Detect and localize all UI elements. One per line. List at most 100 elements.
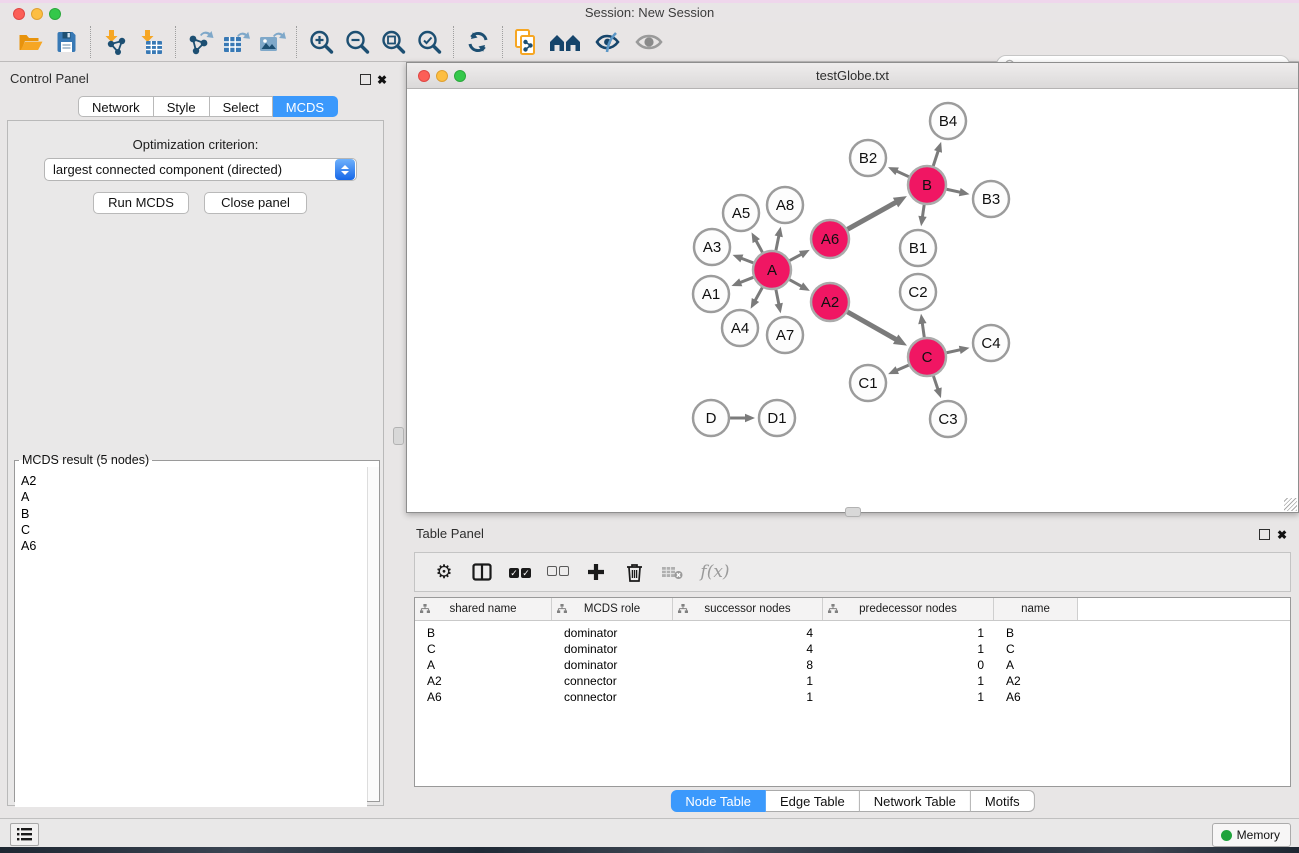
graph-node-C3[interactable]: C3 bbox=[930, 401, 966, 437]
table-cell[interactable]: 1 bbox=[823, 674, 994, 688]
table-cell[interactable]: C bbox=[415, 642, 552, 656]
table-cell[interactable]: 1 bbox=[823, 690, 994, 704]
column-header-predecessor-nodes[interactable]: predecessor nodes bbox=[823, 598, 994, 620]
table-cell[interactable]: 1 bbox=[823, 642, 994, 656]
zoom-selected-button[interactable] bbox=[411, 25, 447, 59]
table-cell[interactable]: dominator bbox=[552, 642, 673, 656]
column-header-shared-name[interactable]: shared name bbox=[415, 598, 552, 620]
graph-edge-C-C4[interactable] bbox=[947, 349, 962, 352]
minimize-traffic-light[interactable] bbox=[31, 8, 43, 20]
table-row[interactable]: Bdominator41B bbox=[415, 625, 1290, 641]
zoom-out-button[interactable] bbox=[339, 25, 375, 59]
graph-node-A7[interactable]: A7 bbox=[767, 317, 803, 353]
graph-edge-A-A8[interactable] bbox=[776, 234, 779, 250]
open-session-button[interactable] bbox=[12, 25, 48, 59]
graph-node-A6[interactable]: A6 bbox=[811, 220, 849, 258]
table-cell[interactable]: 1 bbox=[673, 690, 823, 704]
network-canvas[interactable]: B4B2BB3A8A5A6A3B1AA1C2A2A4A7C4CC1C3DD1 bbox=[407, 89, 1298, 512]
graph-edge-A6-B[interactable] bbox=[847, 202, 897, 230]
save-session-button[interactable] bbox=[48, 25, 84, 59]
graph-node-A[interactable]: A bbox=[753, 251, 791, 289]
column-header-mcds-role[interactable]: MCDS role bbox=[552, 598, 673, 620]
table-cell[interactable]: dominator bbox=[552, 658, 673, 672]
window-resize-grip[interactable] bbox=[1284, 498, 1297, 511]
table-cell[interactable]: A6 bbox=[994, 690, 1078, 704]
table-cell[interactable]: connector bbox=[552, 690, 673, 704]
graph-edge-A-A6[interactable] bbox=[790, 254, 803, 261]
graph-node-B[interactable]: B bbox=[908, 166, 946, 204]
tab-style[interactable]: Style bbox=[154, 96, 210, 117]
table-cell[interactable]: C bbox=[994, 642, 1078, 656]
graph-node-B3[interactable]: B3 bbox=[973, 181, 1009, 217]
network-close-traffic-light[interactable] bbox=[418, 70, 430, 82]
graph-edge-A-A5[interactable] bbox=[755, 239, 762, 252]
float-panel-icon[interactable] bbox=[360, 74, 371, 85]
graph-node-A5[interactable]: A5 bbox=[723, 195, 759, 231]
export-table-button[interactable] bbox=[218, 25, 254, 59]
tab-motifs[interactable]: Motifs bbox=[971, 790, 1035, 812]
table-row[interactable]: A2connector11A2 bbox=[415, 673, 1290, 689]
criterion-dropdown[interactable]: largest connected component (directed) bbox=[44, 158, 357, 181]
graph-node-A1[interactable]: A1 bbox=[693, 276, 729, 312]
deselect-all-button[interactable] bbox=[541, 557, 575, 587]
graph-node-D[interactable]: D bbox=[693, 400, 729, 436]
graph-edge-A-A2[interactable] bbox=[790, 280, 803, 287]
zoom-in-button[interactable] bbox=[303, 25, 339, 59]
show-panel-button[interactable] bbox=[631, 25, 667, 59]
result-list-item[interactable]: A2 bbox=[15, 473, 367, 489]
hide-panel-button[interactable] bbox=[587, 25, 631, 59]
result-list-item[interactable]: B bbox=[15, 506, 367, 522]
graph-node-C4[interactable]: C4 bbox=[973, 325, 1009, 361]
column-header-successor-nodes[interactable]: successor nodes bbox=[673, 598, 823, 620]
graph-edge-B-B3[interactable] bbox=[947, 189, 962, 192]
graph-node-B1[interactable]: B1 bbox=[900, 230, 936, 266]
graph-edge-A-A3[interactable] bbox=[740, 258, 753, 263]
tab-select[interactable]: Select bbox=[210, 96, 273, 117]
table-cell[interactable]: 0 bbox=[823, 658, 994, 672]
column-header-name[interactable]: name bbox=[994, 598, 1078, 620]
close-table-panel-icon[interactable]: ✖ bbox=[1277, 529, 1287, 541]
graph-node-B2[interactable]: B2 bbox=[850, 140, 886, 176]
graph-node-A8[interactable]: A8 bbox=[767, 187, 803, 223]
graph-node-C1[interactable]: C1 bbox=[850, 365, 886, 401]
network-window-titlebar[interactable]: testGlobe.txt bbox=[407, 63, 1298, 89]
tab-network[interactable]: Network bbox=[78, 96, 154, 117]
table-cell[interactable]: A bbox=[994, 658, 1078, 672]
table-cell[interactable]: 1 bbox=[823, 626, 994, 640]
tab-edge-table[interactable]: Edge Table bbox=[766, 790, 860, 812]
create-network-view-button[interactable] bbox=[509, 25, 545, 59]
graph-edge-B-B4[interactable] bbox=[933, 150, 938, 166]
result-list-item[interactable]: A6 bbox=[15, 538, 367, 554]
close-traffic-light[interactable] bbox=[13, 8, 25, 20]
memory-button[interactable]: Memory bbox=[1212, 823, 1291, 847]
table-row[interactable]: Cdominator41C bbox=[415, 641, 1290, 657]
select-all-button[interactable]: ✓✓ bbox=[503, 557, 537, 587]
delete-columns-button[interactable] bbox=[617, 557, 651, 587]
refresh-view-button[interactable] bbox=[460, 25, 496, 59]
import-table-button[interactable] bbox=[133, 25, 169, 59]
tab-mcds[interactable]: MCDS bbox=[273, 96, 338, 117]
close-panel-icon[interactable]: ✖ bbox=[377, 74, 387, 86]
table-row[interactable]: Adominator80A bbox=[415, 657, 1290, 673]
network-minimize-traffic-light[interactable] bbox=[436, 70, 448, 82]
graph-edge-A-A4[interactable] bbox=[754, 288, 762, 302]
task-history-button[interactable] bbox=[10, 823, 39, 846]
zoom-fit-button[interactable] bbox=[375, 25, 411, 59]
table-cell[interactable]: dominator bbox=[552, 626, 673, 640]
tab-network-table[interactable]: Network Table bbox=[860, 790, 971, 812]
horizontal-splitter-grip[interactable] bbox=[845, 507, 861, 517]
home-button[interactable] bbox=[545, 25, 587, 59]
export-image-button[interactable] bbox=[254, 25, 290, 59]
result-list-item[interactable]: A bbox=[15, 489, 367, 505]
graph-node-A4[interactable]: A4 bbox=[722, 310, 758, 346]
table-row[interactable]: A6connector11A6 bbox=[415, 689, 1290, 705]
graph-node-A3[interactable]: A3 bbox=[694, 229, 730, 265]
close-panel-button[interactable]: Close panel bbox=[204, 192, 307, 214]
graph-node-C[interactable]: C bbox=[908, 338, 946, 376]
result-list-scrollbar[interactable] bbox=[367, 467, 379, 801]
graph-edge-C-C1[interactable] bbox=[895, 365, 908, 371]
table-cell[interactable]: B bbox=[994, 626, 1078, 640]
table-cell[interactable]: A2 bbox=[415, 674, 552, 688]
graph-node-D1[interactable]: D1 bbox=[759, 400, 795, 436]
run-mcds-button[interactable]: Run MCDS bbox=[93, 192, 189, 214]
